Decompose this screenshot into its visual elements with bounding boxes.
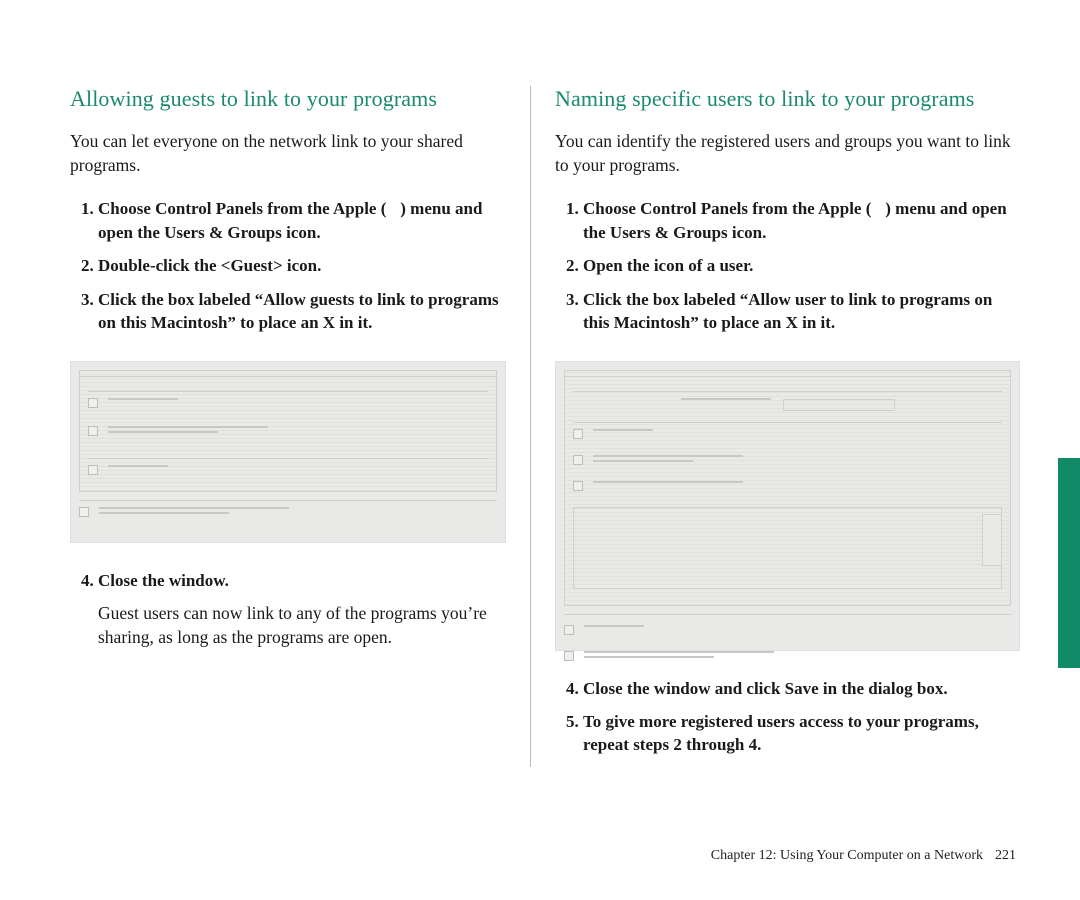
right-column: Naming specific users to link to your pr… bbox=[530, 86, 1020, 767]
user-dialog-screenshot bbox=[555, 361, 1020, 651]
left-intro-paragraph: You can let everyone on the network link… bbox=[70, 130, 506, 177]
right-step-2: Open the icon of a user. bbox=[583, 254, 1020, 277]
groups-list-box bbox=[573, 507, 1002, 589]
right-intro-paragraph: You can identify the registered users an… bbox=[555, 130, 1020, 177]
left-column: Allowing guests to link to your programs… bbox=[70, 86, 530, 767]
left-step-1-text-a: Choose Control Panels from the Apple ( bbox=[98, 199, 386, 218]
left-step-4-text: Close the window. bbox=[98, 571, 229, 590]
right-step-5: To give more registered users access to … bbox=[583, 710, 1020, 757]
right-step-5-text: To give more registered users access to … bbox=[583, 712, 979, 754]
right-steps-list: Choose Control Panels from the Apple ()… bbox=[555, 197, 1020, 334]
right-step-2-text: Open the icon of a user. bbox=[583, 256, 753, 275]
right-step-1-text-a: Choose Control Panels from the Apple ( bbox=[583, 199, 871, 218]
left-step-3-text: Click the box labeled “Allow guests to l… bbox=[98, 290, 499, 332]
right-step-1: Choose Control Panels from the Apple ()… bbox=[583, 197, 1020, 244]
left-after-step4-paragraph: Guest users can now link to any of the p… bbox=[98, 602, 506, 649]
left-section-heading: Allowing guests to link to your programs bbox=[70, 86, 506, 112]
left-steps-list-cont: Close the window. bbox=[70, 569, 506, 592]
section-edge-tab bbox=[1058, 458, 1080, 668]
page-footer: Chapter 12: Using Your Computer on a Net… bbox=[711, 848, 1016, 864]
apple-logo-icon:  bbox=[386, 201, 400, 219]
chapter-label: Chapter 12: Using Your Computer on a Net… bbox=[711, 848, 983, 863]
two-column-layout: Allowing guests to link to your programs… bbox=[70, 86, 1040, 767]
left-step-3: Click the box labeled “Allow guests to l… bbox=[98, 288, 506, 335]
left-steps-list: Choose Control Panels from the Apple ()… bbox=[70, 197, 506, 334]
manual-page: Allowing guests to link to your programs… bbox=[0, 0, 1080, 900]
right-section-heading: Naming specific users to link to your pr… bbox=[555, 86, 1020, 112]
page-number: 221 bbox=[995, 848, 1016, 863]
right-steps-list-cont: Close the window and click Save in the d… bbox=[555, 677, 1020, 757]
apple-logo-icon:  bbox=[871, 201, 885, 219]
right-step-3: Click the box labeled “Allow user to lin… bbox=[583, 288, 1020, 335]
left-step-2: Double-click the <Guest> icon. bbox=[98, 254, 506, 277]
dialog-panel-top bbox=[564, 370, 1011, 606]
guest-dialog-screenshot bbox=[70, 361, 506, 543]
right-step-4-text: Close the window and click Save in the d… bbox=[583, 679, 948, 698]
left-step-1: Choose Control Panels from the Apple ()… bbox=[98, 197, 506, 244]
dialog-panel bbox=[79, 370, 497, 492]
right-step-4: Close the window and click Save in the d… bbox=[583, 677, 1020, 700]
right-step-3-text: Click the box labeled “Allow user to lin… bbox=[583, 290, 992, 332]
left-step-2-text: Double-click the <Guest> icon. bbox=[98, 256, 321, 275]
left-step-4: Close the window. bbox=[98, 569, 506, 592]
